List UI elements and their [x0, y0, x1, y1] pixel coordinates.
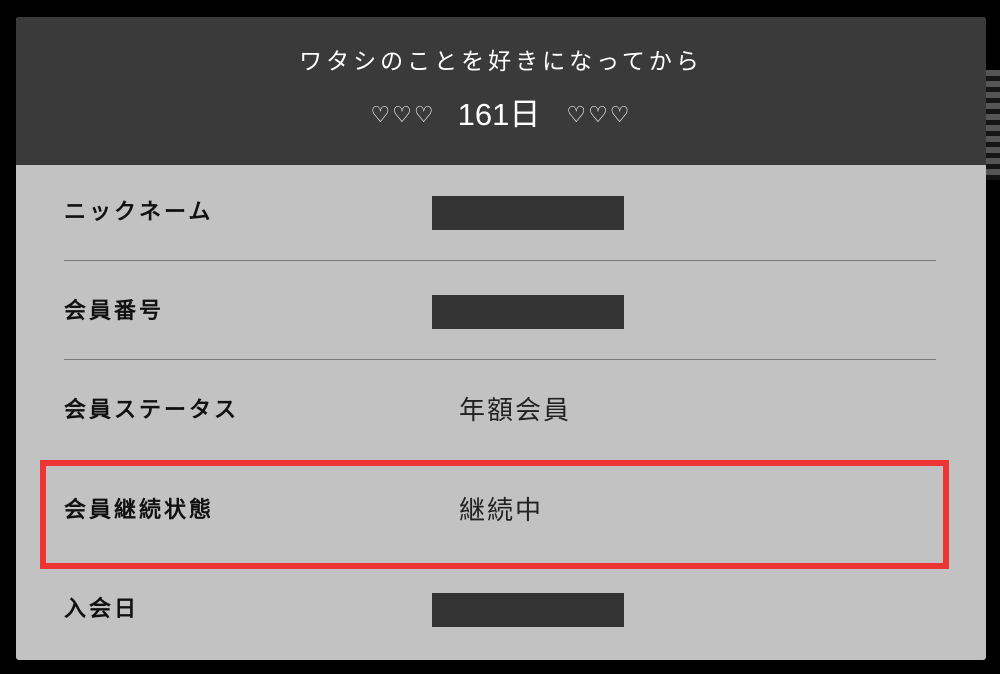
row-value: 年額会員	[459, 396, 572, 426]
row-label: 会員ステータス	[64, 398, 240, 423]
redacted-value	[432, 196, 624, 230]
header-title: ワタシのことを好きになってから	[299, 49, 703, 75]
row-label: 入会日	[64, 597, 140, 622]
membership-card: ワタシのことを好きになってから ♡♡♡ 161日 ♡♡♡ ニックネーム 会員番号 会…	[16, 17, 986, 660]
row-label: 会員番号	[64, 299, 165, 324]
background-edge-decoration	[986, 70, 1000, 180]
row-join-date: 入会日	[64, 562, 936, 658]
highlight-box	[40, 460, 949, 569]
days-count: 161日	[457, 97, 541, 132]
row-member-number: 会員番号	[64, 264, 936, 360]
hearts-right-icon: ♡♡♡	[566, 103, 632, 128]
row-nickname: ニックネーム	[64, 165, 936, 261]
row-label: ニックネーム	[64, 200, 214, 225]
redacted-value	[432, 295, 624, 329]
divider	[64, 359, 936, 360]
hearts-left-icon: ♡♡♡	[370, 103, 436, 128]
days-counter: ♡♡♡ 161日 ♡♡♡	[16, 95, 986, 136]
row-member-status: 会員ステータス 年額会員	[64, 363, 936, 459]
divider	[64, 260, 936, 261]
card-header: ワタシのことを好きになってから ♡♡♡ 161日 ♡♡♡	[16, 17, 986, 165]
redacted-value	[432, 593, 624, 627]
